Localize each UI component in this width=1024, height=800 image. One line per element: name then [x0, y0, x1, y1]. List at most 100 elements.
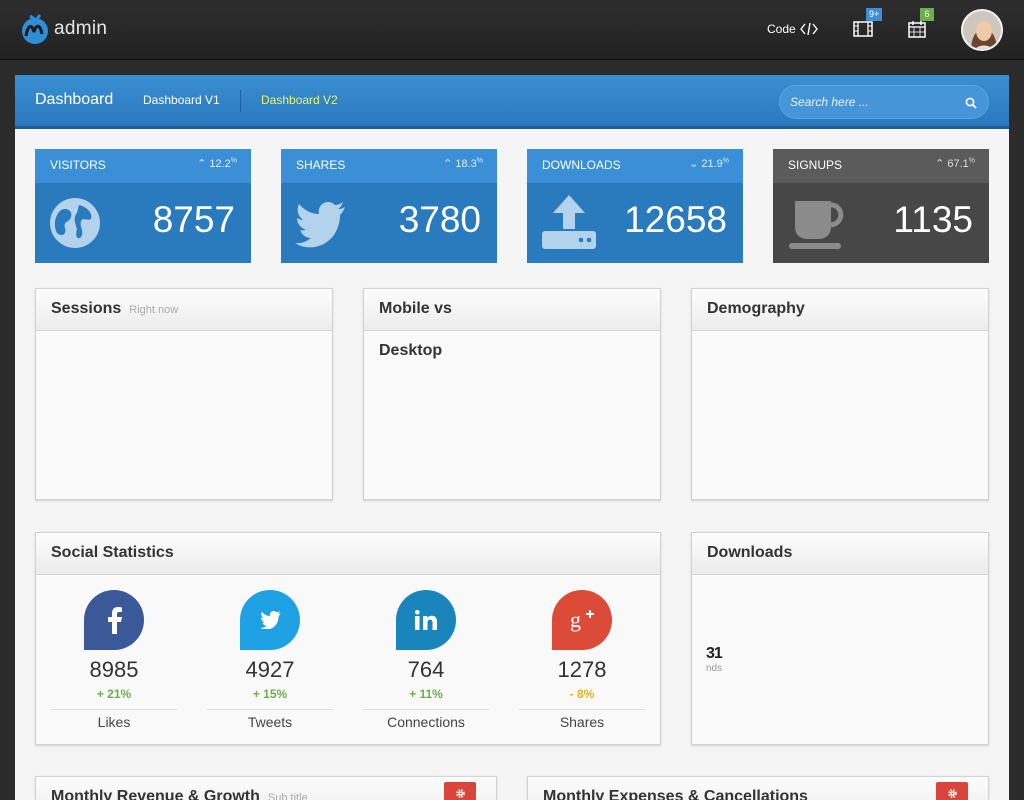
logo-mark-icon [22, 14, 48, 44]
app-name: admin [54, 18, 108, 39]
settings-button[interactable] [936, 782, 968, 800]
revenue-title: Monthly Revenue & Growth [51, 788, 260, 800]
film-icon[interactable] [853, 20, 873, 38]
widget-header: Mobile vs [364, 289, 660, 331]
social-google-plus[interactable]: g 1278 - 8% Shares [519, 590, 645, 730]
tile-value: 12658 [624, 199, 727, 240]
tile-change-unit: % [968, 157, 975, 165]
social-value: 8985 [89, 657, 139, 682]
downloads-gauge-unit: nds [706, 663, 723, 674]
divider [519, 709, 645, 710]
social-change: + 11% [409, 687, 443, 701]
social-value: 764 [407, 657, 445, 682]
logo[interactable]: admin [20, 12, 107, 46]
tile-header: SIGNUPS ⌃ 67.1% [773, 149, 989, 183]
code-link[interactable]: Code [767, 22, 818, 36]
tile-value: 8757 [152, 199, 235, 240]
facebook-icon [84, 590, 144, 650]
google-plus-icon: g [552, 590, 612, 650]
tab-dashboard-v2[interactable]: Dashboard V2 [261, 93, 338, 107]
widget-header: Monthly Expenses & Cancellations [528, 777, 988, 800]
svg-text:g: g [570, 608, 581, 632]
tile-value: 1135 [893, 199, 973, 240]
widget-title-line2: Desktop [379, 342, 443, 359]
coffee-cup-icon [789, 201, 844, 249]
search-box [779, 85, 989, 119]
twitter-icon [240, 590, 300, 650]
code-icon [799, 23, 818, 35]
downloads-widget: Downloads 31 nds [691, 532, 989, 745]
widget-title: Sessions Right now [51, 300, 178, 318]
widget-title: Monthly Expenses & Cancellations [543, 788, 808, 800]
tile-header: DOWNLOADS ⌄ 21.9% [527, 149, 743, 183]
widget-header: Monthly Revenue & Growth Sub title [36, 777, 496, 800]
tile-change-unit: % [230, 157, 237, 165]
widget-title: Downloads [707, 544, 793, 561]
twitter-bird-icon [295, 201, 345, 248]
user-avatar[interactable] [961, 9, 1003, 51]
tile-change-unit: % [722, 157, 729, 165]
tile-change: ⌃ 67.1% [935, 157, 975, 170]
tile-value: 3780 [398, 199, 481, 240]
code-label: Code [767, 22, 796, 36]
widget-title: Monthly Revenue & Growth Sub title [51, 788, 308, 800]
search-icon[interactable] [965, 97, 977, 109]
monthly-expenses-widget: Monthly Expenses & Cancellations [527, 776, 989, 800]
tile-change-unit: % [476, 157, 483, 165]
social-change: - 8% [569, 687, 595, 701]
tile-change: ⌃ 18.3% [443, 157, 483, 170]
tile-change-value: 18.3 [455, 158, 477, 170]
social-twitter[interactable]: 4927 + 15% Tweets [207, 590, 333, 730]
tile-body: 1135 [773, 183, 989, 263]
gear-icon [947, 788, 957, 798]
top-bar: admin Code 9+ 6 [0, 0, 1024, 60]
downloads-gauge-value: 31 [706, 645, 723, 662]
tile-change: ⌄ 21.9% [689, 157, 729, 170]
search-input[interactable] [790, 92, 960, 112]
divider [207, 709, 333, 710]
tile-change-value: 67.1 [947, 158, 969, 170]
tile-header: VISITORS ⌃ 12.2% [35, 149, 251, 183]
social-value: 1278 [557, 657, 607, 682]
stat-tile-downloads[interactable]: DOWNLOADS ⌄ 21.9% 12658 [527, 149, 743, 263]
monthly-revenue-widget: Monthly Revenue & Growth Sub title [35, 776, 497, 800]
widget-title: Mobile vs [379, 300, 452, 317]
tile-change-value: 21.9 [701, 158, 723, 170]
gear-icon [455, 788, 465, 798]
sessions-widget: Sessions Right now [35, 288, 333, 500]
stat-tile-signups[interactable]: SIGNUPS ⌃ 67.1% 1135 [773, 149, 989, 263]
widget-header: Demography [692, 289, 988, 331]
stat-tile-shares[interactable]: SHARES ⌃ 18.3% 3780 [281, 149, 497, 263]
tile-label: VISITORS [50, 158, 106, 172]
widget-title: Demography [707, 300, 805, 317]
tab-dashboard-v1[interactable]: Dashboard V1 [143, 93, 220, 107]
social-label: Likes [97, 714, 131, 730]
social-value: 4927 [245, 657, 295, 682]
dashboard-header: Dashboard Dashboard V1 Dashboard V2 [15, 75, 1009, 129]
tile-change-value: 12.2 [209, 158, 231, 170]
social-statistics-widget: Social Statistics 8985 + 21% Likes 4927 … [35, 532, 661, 745]
social-linkedin[interactable]: 764 + 11% Connections [363, 590, 489, 730]
social-label: Tweets [247, 714, 293, 730]
tile-body: 8757 [35, 183, 251, 263]
stat-tile-visitors[interactable]: VISITORS ⌃ 12.2% 8757 [35, 149, 251, 263]
content-panel: Dashboard Dashboard V1 Dashboard V2 VISI… [15, 75, 1009, 800]
widget-header: Downloads [692, 533, 988, 575]
tile-label: SIGNUPS [788, 158, 843, 172]
tile-body: 3780 [281, 183, 497, 263]
mobile-vs-desktop-widget: Mobile vs Desktop [363, 288, 661, 500]
social-change: + 15% [252, 687, 288, 701]
settings-button[interactable] [444, 782, 476, 800]
divider [363, 709, 489, 710]
demography-widget: Demography [691, 288, 989, 500]
tile-change: ⌃ 12.2% [197, 157, 237, 170]
page-title: Dashboard [35, 91, 114, 108]
divider [51, 709, 177, 710]
calendar-icon[interactable] [907, 20, 927, 38]
social-facebook[interactable]: 8985 + 21% Likes [51, 590, 177, 730]
linkedin-icon [396, 590, 456, 650]
upload-icon [542, 195, 596, 249]
social-label: Connections [387, 714, 465, 730]
calendar-badge: 6 [920, 8, 934, 21]
avatar-photo-icon [963, 11, 1001, 49]
